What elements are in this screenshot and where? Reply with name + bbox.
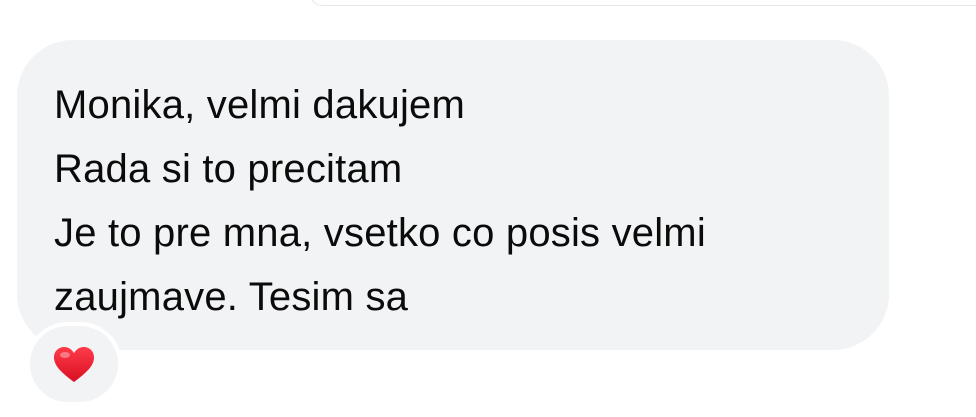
message-line: Monika, velmi dakujem — [54, 83, 466, 127]
message-text: Monika, velmi dakujem Rada si to precita… — [54, 73, 874, 329]
reaction-badge[interactable] — [30, 326, 118, 402]
red-heart-icon — [54, 347, 94, 382]
previous-message-bubble-edge — [310, 0, 976, 6]
message-line: zaujmave. Tesim sa — [54, 275, 409, 319]
message-line: Je to pre mna, vsetko co posis velmi — [54, 211, 706, 255]
message-bubble[interactable]: Monika, velmi dakujem Rada si to precita… — [17, 40, 889, 350]
message-line: Rada si to precitam — [54, 147, 403, 191]
